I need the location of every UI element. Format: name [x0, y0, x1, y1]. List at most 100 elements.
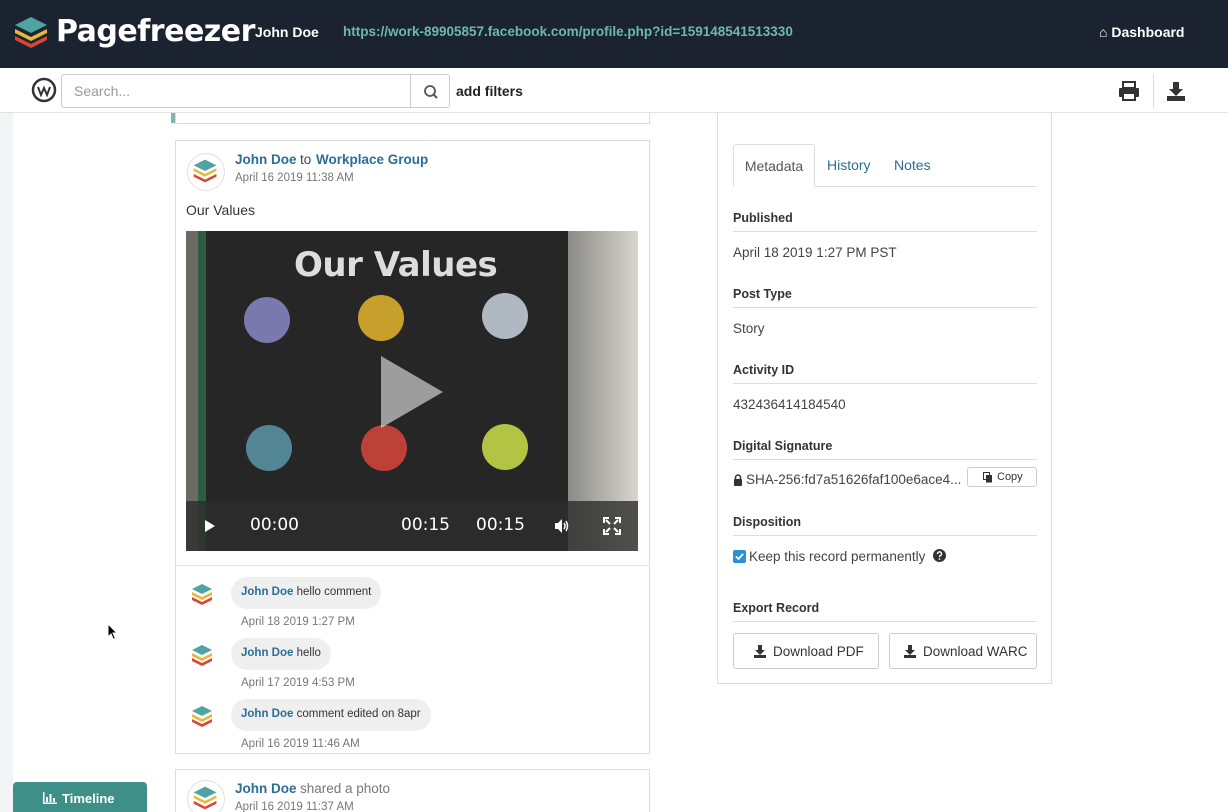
published-label: Published	[733, 211, 793, 225]
download-warc-button[interactable]: Download WARC	[889, 633, 1037, 669]
tab-notes[interactable]: Notes	[894, 144, 931, 187]
account-name: John Doe	[255, 24, 319, 40]
comment-text: comment edited on 8apr	[296, 708, 421, 720]
metadata-panel: Metadata History Notes Published April 1…	[717, 113, 1052, 684]
comment-text: hello	[296, 647, 321, 659]
divider	[733, 231, 1037, 232]
tab-metadata[interactable]: Metadata	[733, 144, 815, 187]
comment-timestamp: April 16 2019 11:46 AM	[241, 738, 360, 750]
video-position-time: 00:15	[401, 515, 450, 535]
post-author-link[interactable]: John Doe	[235, 152, 297, 167]
help-icon[interactable]	[933, 549, 946, 562]
lock-icon	[734, 474, 742, 486]
download-pdf-button[interactable]: Download PDF	[733, 633, 879, 669]
comment-avatar-icon[interactable]	[190, 704, 214, 728]
activity-id-label: Activity ID	[733, 363, 795, 377]
divider	[733, 535, 1037, 536]
fullscreen-icon[interactable]	[603, 517, 621, 535]
avatar-logo-icon	[193, 159, 217, 183]
video-player[interactable]: Our Values 00:00 00:15 00:15	[186, 231, 638, 551]
search-input[interactable]	[61, 74, 411, 108]
comment-author-link[interactable]: John Doe	[241, 708, 293, 720]
copy-signature-button[interactable]: Copy	[967, 467, 1037, 487]
tab-history[interactable]: History	[827, 144, 871, 187]
avatar-logo-icon	[193, 786, 217, 810]
top-bar: Pagefreezer John Doe https://work-899058…	[0, 0, 1228, 68]
activity-id-value: 432436414184540	[733, 397, 846, 412]
video-frame-blob	[482, 424, 528, 470]
comment-author-link[interactable]: John Doe	[241, 647, 293, 659]
add-filters-link[interactable]: add filters	[456, 83, 523, 99]
next-post-card: John Doe shared a photo April 16 2019 11…	[175, 769, 650, 812]
divider	[733, 307, 1037, 308]
video-frame-title: Our Values	[294, 245, 498, 285]
copy-icon	[983, 472, 992, 483]
avatar[interactable]	[187, 153, 225, 191]
comment-item: John Doe hello comment April 18 2019 1:2…	[186, 577, 636, 642]
comment-timestamp: April 17 2019 4:53 PM	[241, 677, 355, 689]
published-value: April 18 2019 1:27 PM PST	[733, 245, 897, 260]
video-frame-blob	[361, 425, 407, 471]
volume-icon[interactable]	[553, 517, 571, 535]
divider	[733, 383, 1037, 384]
video-frame-blob	[358, 295, 404, 341]
post-author-link[interactable]: John Doe	[235, 781, 297, 796]
bar-chart-icon	[43, 792, 57, 804]
video-current-time: 00:00	[250, 515, 299, 535]
download-warc-label: Download WARC	[923, 644, 1028, 659]
previous-post-tail	[175, 113, 650, 124]
brand-name[interactable]: Pagefreezer	[56, 14, 255, 49]
workplace-icon[interactable]	[31, 77, 57, 103]
download-icon	[904, 645, 916, 658]
video-big-play-icon[interactable]	[381, 356, 443, 428]
pagefreezer-logo-icon[interactable]	[13, 15, 49, 51]
divider	[733, 621, 1037, 622]
keep-permanently-label[interactable]: Keep this record permanently	[749, 549, 925, 564]
mouse-cursor-icon	[107, 623, 119, 641]
search-toolbar: add filters	[0, 68, 1228, 113]
home-icon: ⌂	[1099, 24, 1108, 40]
profile-url-link[interactable]: https://work-89905857.facebook.com/profi…	[343, 24, 793, 39]
post-timestamp: April 16 2019 11:37 AM	[235, 801, 354, 812]
comment-bubble: John Doe comment edited on 8apr	[231, 699, 431, 731]
video-controls: 00:00 00:15 00:15	[186, 501, 638, 551]
avatar[interactable]	[187, 780, 225, 812]
signature-value: SHA-256:fd7a51626faf100e6ace4...	[746, 472, 962, 487]
post-to-text: to	[300, 152, 312, 167]
download-pdf-label: Download PDF	[773, 644, 864, 659]
comment-timestamp: April 18 2019 1:27 PM	[241, 616, 355, 628]
post-divider	[176, 565, 649, 566]
search-button[interactable]	[410, 74, 450, 108]
dashboard-label: Dashboard	[1111, 24, 1185, 40]
video-frame-blob	[246, 425, 292, 471]
disposition-label: Disposition	[733, 515, 802, 529]
dashboard-link[interactable]: ⌂ Dashboard	[1099, 24, 1184, 40]
play-icon[interactable]	[205, 520, 215, 532]
post-group-link[interactable]: Workplace Group	[316, 152, 428, 167]
comment-bubble: John Doe hello	[231, 638, 331, 670]
download-icon[interactable]	[1164, 79, 1188, 103]
export-label: Export Record	[733, 601, 820, 615]
metadata-tabs: Metadata History Notes	[733, 144, 1037, 187]
toolbar-divider	[1153, 74, 1154, 108]
post-action-text: shared a photo	[300, 781, 391, 796]
print-icon[interactable]	[1117, 80, 1141, 102]
copy-label: Copy	[997, 471, 1023, 483]
comment-avatar-icon[interactable]	[190, 643, 214, 667]
check-icon	[735, 553, 744, 561]
timeline-button[interactable]: Timeline	[13, 782, 147, 812]
signature-label: Digital Signature	[733, 439, 833, 453]
comment-item: John Doe comment edited on 8apr April 16…	[186, 699, 636, 764]
post-timestamp: April 16 2019 11:38 AM	[235, 172, 354, 184]
keep-permanently-checkbox[interactable]	[733, 550, 746, 563]
comment-text: hello comment	[296, 586, 372, 598]
comment-avatar-icon[interactable]	[190, 582, 214, 606]
comment-author-link[interactable]: John Doe	[241, 586, 293, 598]
post-card: John Doe to Workplace Group April 16 201…	[175, 140, 650, 754]
post-text: Our Values	[186, 202, 255, 218]
comment-bubble: John Doe hello comment	[231, 577, 382, 609]
download-icon	[754, 645, 766, 658]
divider	[733, 459, 1037, 460]
video-frame-blob	[482, 293, 528, 339]
post-type-label: Post Type	[733, 287, 792, 301]
